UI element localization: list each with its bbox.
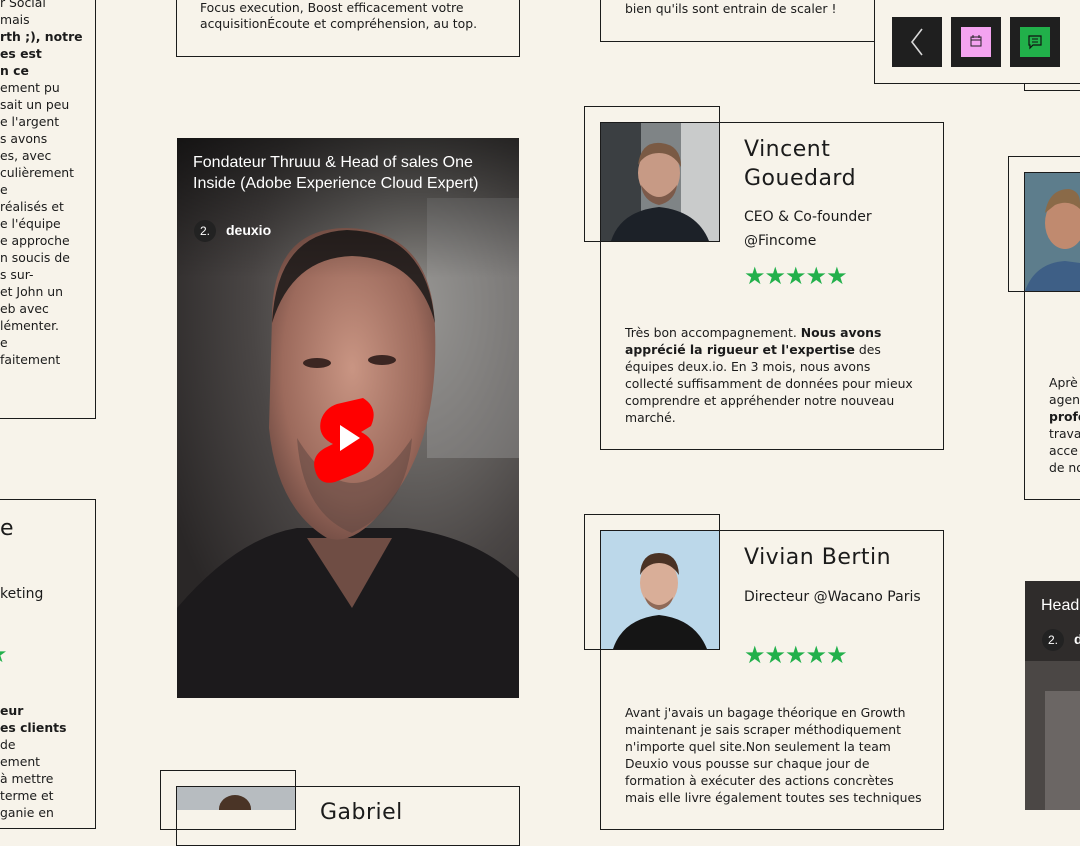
left-card-name: e [0, 516, 14, 541]
left-review-line: n ce [0, 63, 29, 78]
left-bottom-review-line: eur [0, 703, 24, 718]
left-review-line: ement pu [0, 80, 60, 95]
right-review-line: de no [1049, 460, 1080, 475]
channel-name[interactable]: deuxio [226, 222, 271, 238]
left-card-role: keting [0, 586, 44, 602]
left-bottom-review-line: à mettre [0, 771, 54, 786]
left-bottom-review-line: terme et [0, 788, 54, 803]
left-review-line: e l'équipe [0, 216, 61, 231]
left-review-line: e [0, 335, 8, 350]
left-card-bottom-review: eur es clients de ement à mettre terme et gani… [0, 702, 95, 821]
top-right-review-line: bien qu'ils sont entrain de scaler ! [625, 1, 837, 16]
play-icon[interactable] [311, 392, 383, 484]
left-review-line: sait un peu [0, 97, 70, 112]
avatar-right [1025, 173, 1080, 291]
right-review-line: acce [1049, 443, 1078, 458]
right-review-line: Aprè [1049, 375, 1078, 390]
channel-name-right: d [1074, 631, 1080, 647]
left-review-line: es est [0, 46, 42, 61]
testimonial-name-vincent: Vincent Gouedard [744, 137, 857, 191]
back-button[interactable] [892, 17, 942, 67]
right-card-review-text: Aprè agen profe trava acce de no [1049, 374, 1080, 476]
chat-button[interactable] [1010, 17, 1060, 67]
avatar-vivian [601, 531, 719, 649]
left-review-line: e [0, 182, 8, 197]
left-review-line: s avons [0, 131, 48, 146]
left-review-line: et John un [0, 284, 64, 299]
testimonial-role-vivian: Directeur @Wacano Paris [744, 589, 921, 605]
left-review-line: es, avec [0, 148, 52, 163]
calendar-icon [961, 27, 991, 57]
testimonial-review-vivian: Avant j'avais un bagage théorique en Gro… [625, 705, 922, 805]
video-thumbnail[interactable]: Fondateur Thruuu & Head of sales One Ins… [177, 138, 519, 698]
left-review-line: culièrement [0, 165, 75, 180]
channel-avatar: 2. [194, 220, 216, 242]
testimonial-role-vincent: CEO & Co-founder @Fincome [744, 209, 872, 249]
right-review-line: agen [1049, 392, 1080, 407]
left-review-line: n soucis de [0, 250, 70, 265]
left-review-line: rth ;), notre [0, 29, 83, 44]
left-card-review-text: r Social mais rth ;), notre es est n ce ement… [0, 0, 95, 368]
left-review-line: lémenter. [0, 318, 59, 333]
video-title-right: Head [1041, 597, 1080, 614]
left-bottom-review-line: ement [0, 754, 41, 769]
left-review-line: faitement [0, 352, 61, 367]
left-bottom-review-line: de [0, 737, 16, 752]
calendar-button[interactable] [951, 17, 1001, 67]
video-thumbnail-right[interactable]: Head 2. d [1025, 581, 1080, 810]
testimonial-name-gabriel: Gabriel [320, 800, 403, 825]
left-review-line: s sur- [0, 267, 34, 282]
left-review-line: r Social [0, 0, 46, 10]
chevron-left-icon [910, 28, 923, 56]
left-review-line: e approche [0, 233, 70, 248]
left-bottom-review-line: ganie en [0, 805, 54, 820]
testimonial-review-vincent: Très bon accompagnement. Nous avons appr… [625, 325, 913, 425]
testimonial-name-vivian: Vivian Bertin [744, 545, 892, 570]
avatar-gabriel [177, 787, 295, 810]
avatar-vincent [601, 123, 719, 241]
video-title: Fondateur Thruuu & Head of sales One Ins… [193, 154, 479, 192]
left-bottom-review-line: es clients [0, 720, 67, 735]
right-review-line: trava [1049, 426, 1080, 441]
left-review-line: eb avec [0, 301, 49, 316]
right-review-line: profe [1049, 409, 1080, 424]
left-review-line: e l'argent [0, 114, 60, 129]
left-review-line: réalisés et [0, 199, 64, 214]
top-middle-review-line-2: acquisitionÉcoute et compréhension, au t… [200, 16, 478, 31]
rating-stars-vincent: ★★★★★ [744, 262, 848, 290]
rating-stars-vivian: ★★★★★ [744, 641, 848, 669]
top-middle-review-line-1: Focus execution, Boost efficacement votr… [200, 0, 464, 15]
channel-avatar-right: 2. [1042, 629, 1064, 651]
left-card-stars: ★ [0, 642, 7, 666]
chat-icon [1020, 27, 1050, 57]
left-review-line: mais [0, 12, 30, 27]
